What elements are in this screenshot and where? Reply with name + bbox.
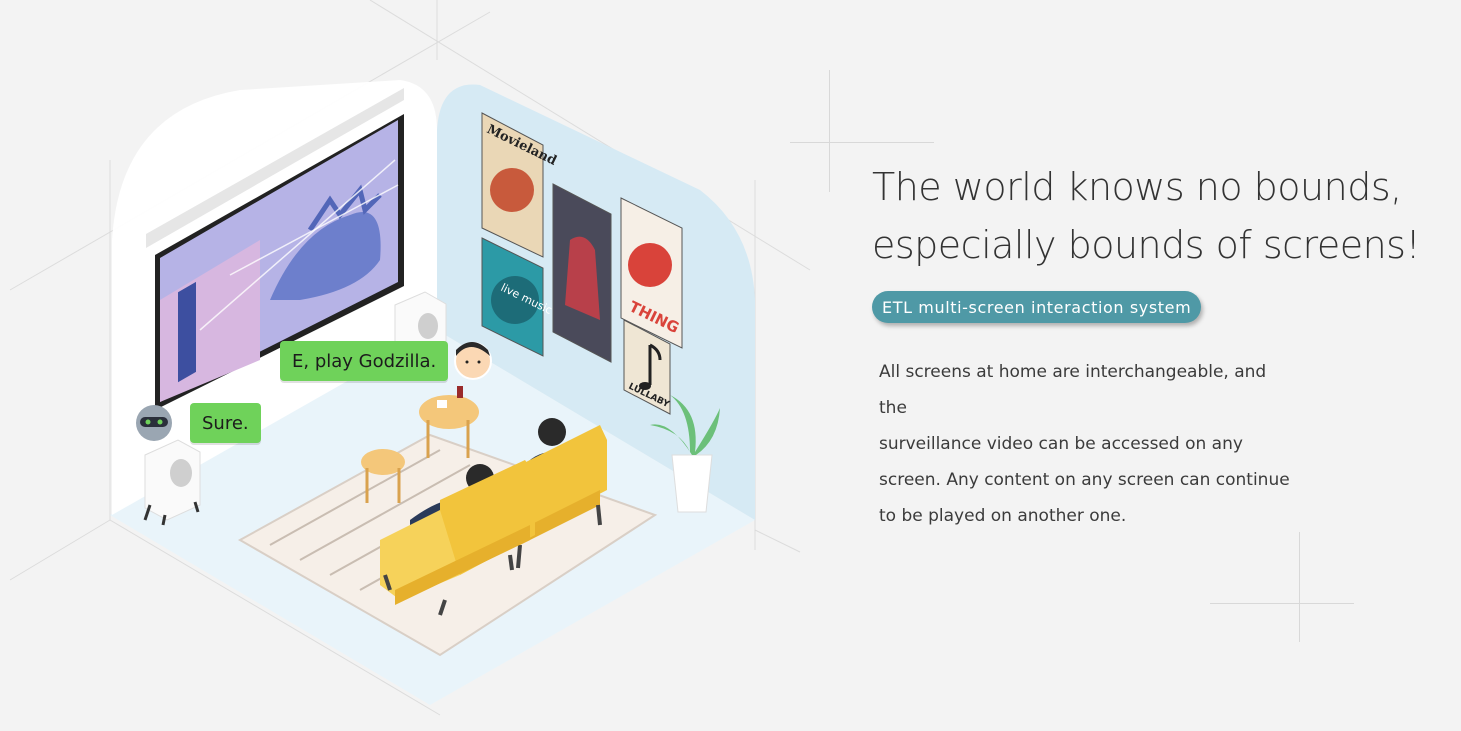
speech-bubble-assistant-text: Sure. xyxy=(202,412,249,434)
speech-bubble-assistant: Sure. xyxy=(190,403,261,443)
decorative-line xyxy=(829,70,830,192)
product-badge: ETL multi-screen interaction system xyxy=(872,291,1202,323)
headline-line-1: The world knows no bounds, xyxy=(872,165,1402,209)
description-line: surveillance video can be accessed on an… xyxy=(879,434,1243,454)
description-line: screen. Any content on any screen can co… xyxy=(879,470,1290,490)
headline-line-2: especially bounds of screens! xyxy=(872,223,1421,267)
decorative-line xyxy=(1210,603,1354,604)
description-line: to be played on another one. xyxy=(879,506,1127,526)
robot-avatar xyxy=(136,405,172,441)
headline: The world knows no bounds, especially bo… xyxy=(872,158,1432,274)
poster-red-dress xyxy=(552,183,612,363)
boy-avatar xyxy=(454,342,492,380)
description-line: All screens at home are interchangeable,… xyxy=(879,362,1267,418)
decorative-line xyxy=(1299,532,1300,642)
speech-bubble-user: E, play Godzilla. xyxy=(280,341,449,381)
product-badge-label: ETL multi-screen interaction system xyxy=(882,297,1192,317)
description: All screens at home are interchangeable,… xyxy=(879,354,1299,534)
speech-bubble-user-text: E, play Godzilla. xyxy=(292,350,437,372)
